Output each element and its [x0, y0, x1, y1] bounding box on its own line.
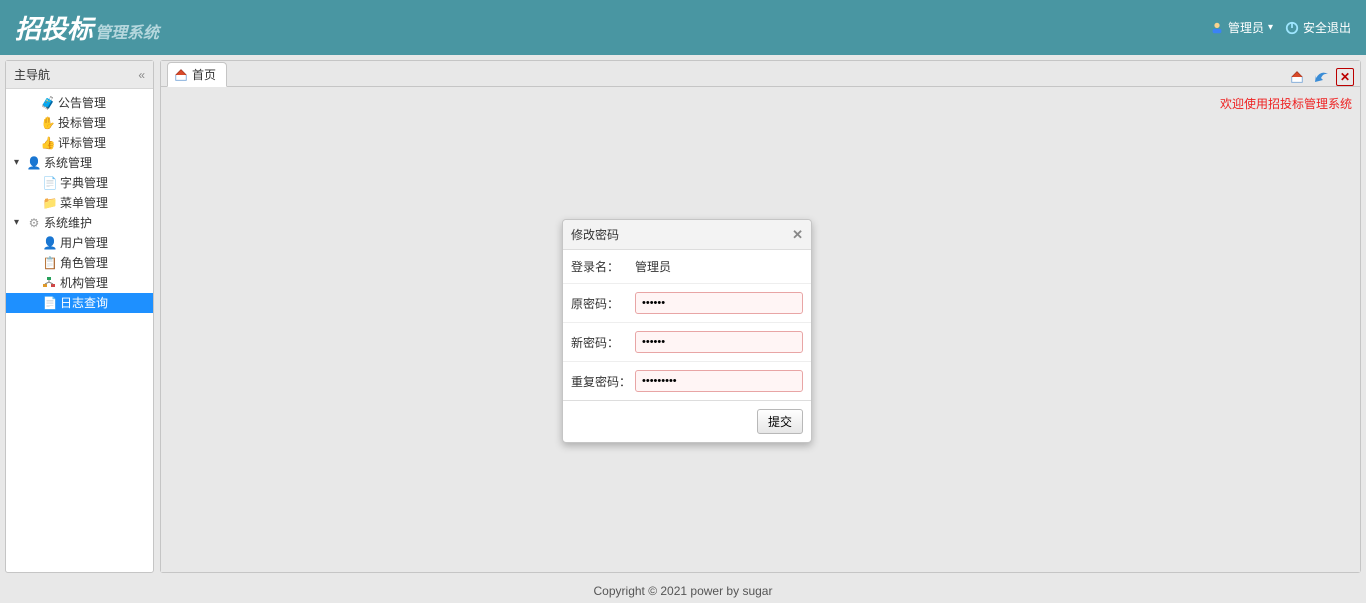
sidebar-item-log-query[interactable]: 📄 日志查询	[6, 293, 153, 313]
footer: Copyright © 2021 power by sugar	[0, 579, 1366, 603]
old-password-label: 原密码：	[571, 295, 635, 312]
caret-down-icon: ▾	[1268, 22, 1273, 33]
tool-back-button[interactable]	[1312, 68, 1330, 86]
briefcase-icon: 🧳	[40, 95, 56, 111]
tree-expanded-icon: ▾	[14, 215, 26, 231]
sidebar-item-menu[interactable]: 📁 菜单管理	[6, 193, 153, 213]
user-icon: 👤	[42, 235, 58, 251]
logout-label: 安全退出	[1303, 19, 1351, 36]
row-repeat-password: 重复密码：	[563, 362, 811, 400]
topbar-right: 管理员 ▾ 安全退出	[1210, 19, 1351, 36]
collapse-icon[interactable]: «	[138, 68, 145, 82]
sidebar-item-announcement[interactable]: 🧳 公告管理	[6, 93, 153, 113]
log-icon: 📄	[42, 295, 58, 311]
row-login-name: 登录名： 管理员	[563, 250, 811, 284]
sidebar-item-system-maintain[interactable]: ▾ ⚙ 系统维护	[6, 213, 153, 233]
logout-button[interactable]: 安全退出	[1285, 19, 1351, 36]
sidebar-item-label: 菜单管理	[60, 195, 149, 211]
change-password-dialog: 修改密码 ✕ 登录名： 管理员 原密码： 新密码： 重复密码：	[562, 219, 812, 443]
sidebar-item-label: 角色管理	[60, 255, 149, 271]
submit-button[interactable]: 提交	[757, 409, 803, 434]
power-icon	[1285, 21, 1299, 35]
sidebar-item-bid[interactable]: ✋ 投标管理	[6, 113, 153, 133]
home-icon	[174, 68, 188, 82]
tab-tools: ✕	[1282, 68, 1360, 86]
sidebar-item-user-manage[interactable]: 👤 用户管理	[6, 233, 153, 253]
admin-label: 管理员	[1228, 19, 1264, 36]
sidebar-header: 主导航 «	[6, 61, 153, 89]
sidebar-item-label: 系统管理	[44, 155, 149, 171]
tab-home[interactable]: 首页	[167, 62, 227, 87]
dialog-footer: 提交	[563, 400, 811, 442]
sidebar-item-system-manage[interactable]: ▾ 👤 系统管理	[6, 153, 153, 173]
old-password-input[interactable]	[635, 292, 803, 314]
repeat-password-input[interactable]	[635, 370, 803, 392]
sidebar-item-label: 评标管理	[58, 135, 149, 151]
tool-home-button[interactable]	[1288, 68, 1306, 86]
sidebar-item-label: 日志查询	[60, 295, 149, 311]
dialog-body: 登录名： 管理员 原密码： 新密码： 重复密码：	[563, 250, 811, 400]
brand: 招投标 管理系统	[15, 9, 159, 46]
topbar: 招投标 管理系统 管理员 ▾ 安全退出	[0, 0, 1366, 55]
sidebar-item-label: 用户管理	[60, 235, 149, 251]
tree-expanded-icon: ▾	[14, 155, 26, 171]
sidebar-title: 主导航	[14, 66, 50, 83]
row-old-password: 原密码：	[563, 284, 811, 323]
brand-sub: 管理系统	[95, 19, 159, 43]
main-area: 首页 ✕ 欢迎使用招投标管理系统 修改密码 ✕ 登录名： 管理员	[160, 60, 1361, 573]
row-new-password: 新密码：	[563, 323, 811, 362]
thumbs-up-icon: 👍	[40, 135, 56, 151]
gear-icon: ⚙	[26, 215, 42, 231]
sidebar-item-label: 投标管理	[58, 115, 149, 131]
new-password-label: 新密码：	[571, 334, 635, 351]
welcome-text: 欢迎使用招投标管理系统	[1220, 95, 1352, 112]
admin-menu[interactable]: 管理员 ▾	[1210, 19, 1273, 36]
doc-icon: 📄	[42, 175, 58, 191]
folder-icon: 📁	[42, 195, 58, 211]
footer-text: Copyright © 2021 power by sugar	[594, 584, 773, 598]
sidebar: 主导航 « 🧳 公告管理 ✋ 投标管理 👍 评标管理 ▾ 👤 系统管理 📄 字典…	[5, 60, 154, 573]
login-name-label: 登录名：	[571, 258, 635, 275]
user-icon: 👤	[26, 155, 42, 171]
sidebar-item-role-manage[interactable]: 📋 角色管理	[6, 253, 153, 273]
content: 欢迎使用招投标管理系统 修改密码 ✕ 登录名： 管理员 原密码： 新密码：	[161, 87, 1360, 572]
sidebar-item-dictionary[interactable]: 📄 字典管理	[6, 173, 153, 193]
close-icon[interactable]: ✕	[792, 227, 803, 243]
list-icon: 📋	[42, 255, 58, 271]
sidebar-item-org-manage[interactable]: 机构管理	[6, 273, 153, 293]
brand-strong: 招投标	[15, 9, 93, 46]
tabstrip: 首页 ✕	[161, 61, 1360, 87]
repeat-password-label: 重复密码：	[571, 373, 635, 390]
hand-icon: ✋	[40, 115, 56, 131]
user-icon	[1210, 21, 1224, 35]
sidebar-item-label: 字典管理	[60, 175, 149, 191]
login-name-value: 管理员	[635, 258, 671, 275]
nav-tree: 🧳 公告管理 ✋ 投标管理 👍 评标管理 ▾ 👤 系统管理 📄 字典管理 📁 菜…	[6, 89, 153, 313]
org-icon	[42, 276, 58, 290]
dialog-header[interactable]: 修改密码 ✕	[563, 220, 811, 250]
dialog-title: 修改密码	[571, 226, 619, 243]
tab-home-label: 首页	[192, 66, 216, 83]
new-password-input[interactable]	[635, 331, 803, 353]
sidebar-item-label: 系统维护	[44, 215, 149, 231]
sidebar-item-label: 机构管理	[60, 275, 149, 291]
tool-close-button[interactable]: ✕	[1336, 68, 1354, 86]
sidebar-item-evaluate[interactable]: 👍 评标管理	[6, 133, 153, 153]
sidebar-item-label: 公告管理	[58, 95, 149, 111]
